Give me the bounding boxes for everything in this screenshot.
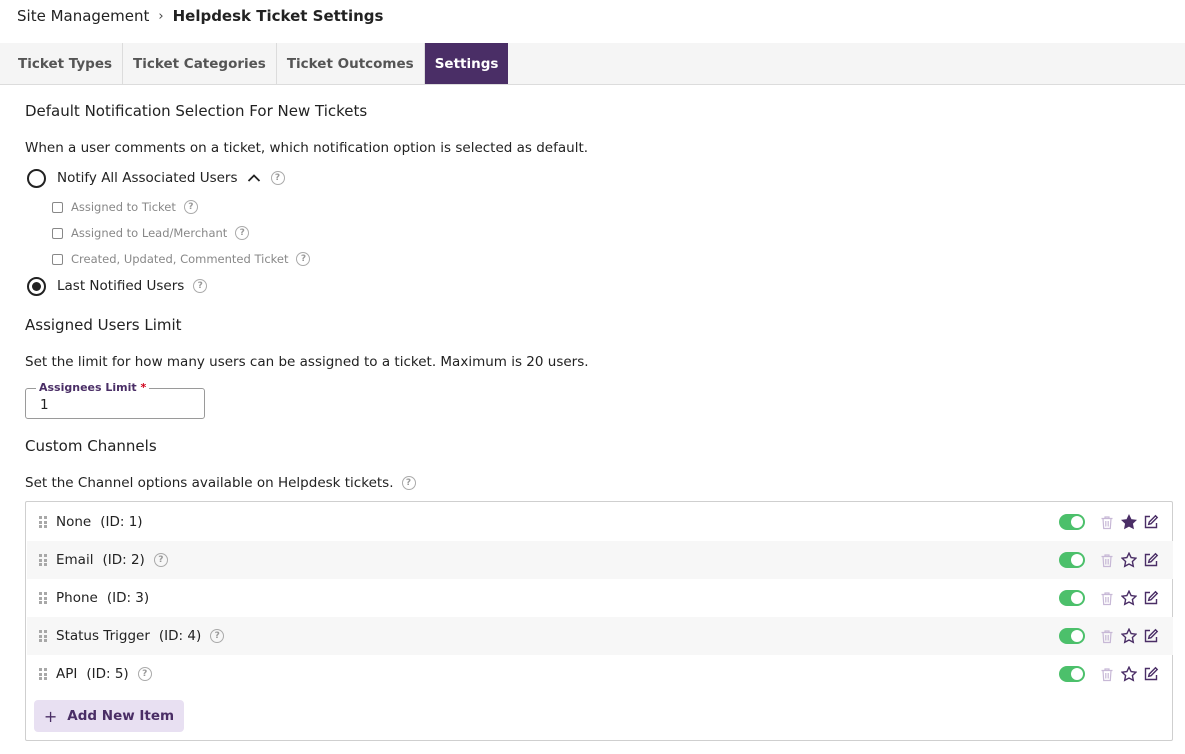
notify-all-label: Notify All Associated Users: [57, 170, 238, 186]
plus-icon: +: [43, 706, 58, 726]
notify-all-option[interactable]: Notify All Associated Users ?: [27, 168, 285, 188]
breadcrumb: Site Management › Helpdesk Ticket Settin…: [17, 6, 383, 26]
assignees-limit-label: Assignees Limit *: [36, 381, 150, 394]
drag-handle-icon[interactable]: [39, 516, 49, 528]
channel-name: Phone: [56, 590, 98, 606]
checkbox[interactable]: [52, 201, 63, 213]
assigned-heading: Assigned Users Limit: [25, 316, 182, 334]
notification-description: When a user comments on a ticket, which …: [25, 140, 589, 156]
channel-name: None: [56, 514, 92, 530]
channels-description-row: Set the Channel options available on Hel…: [25, 474, 416, 492]
field-label-text: Assignees Limit: [39, 381, 137, 394]
help-icon[interactable]: ?: [137, 667, 152, 681]
chevron-right-icon: ›: [158, 8, 164, 24]
edit-icon[interactable]: [1143, 552, 1159, 568]
notify-all-radio[interactable]: [27, 168, 46, 188]
sub-option-label: Assigned to Ticket: [71, 200, 176, 214]
help-icon[interactable]: ?: [210, 629, 225, 643]
channel-toggle[interactable]: [1059, 590, 1085, 606]
sub-option-assigned-ticket[interactable]: Assigned to Ticket ?: [52, 199, 198, 215]
channel-toggle[interactable]: [1059, 514, 1085, 530]
sub-option-assigned-lead[interactable]: Assigned to Lead/Merchant ?: [52, 225, 250, 241]
channel-toggle[interactable]: [1059, 666, 1085, 682]
tab-bar: Ticket Types Ticket Categories Ticket Ou…: [0, 43, 1185, 85]
channel-toggle[interactable]: [1059, 628, 1085, 644]
edit-icon[interactable]: [1143, 590, 1159, 606]
last-notified-radio[interactable]: [27, 276, 46, 296]
channel-list: None (ID: 1) Email (ID: 2) ? Phone (ID: …: [25, 501, 1173, 741]
channel-id: (ID: 3): [106, 590, 150, 606]
add-new-item-button[interactable]: + Add New Item: [34, 700, 184, 732]
trash-icon[interactable]: [1099, 666, 1115, 682]
breadcrumb-parent[interactable]: Site Management: [17, 7, 149, 25]
help-icon[interactable]: ?: [153, 553, 168, 567]
channels-description: Set the Channel options available on Hel…: [25, 475, 394, 491]
trash-icon[interactable]: [1099, 628, 1115, 644]
channel-name: Email: [56, 552, 94, 568]
help-icon[interactable]: ?: [193, 279, 208, 293]
channel-item-phone: Phone (ID: 3): [27, 579, 1173, 617]
notification-heading: Default Notification Selection For New T…: [25, 102, 368, 120]
star-outline-icon[interactable]: [1121, 628, 1137, 644]
trash-icon[interactable]: [1099, 552, 1115, 568]
edit-icon[interactable]: [1143, 628, 1159, 644]
tab-ticket-categories[interactable]: Ticket Categories: [123, 43, 277, 84]
channel-item-api: API (ID: 5) ?: [27, 655, 1173, 693]
sub-option-label: Assigned to Lead/Merchant: [71, 226, 228, 240]
assigned-description: Set the limit for how many users can be …: [25, 354, 589, 370]
drag-handle-icon[interactable]: [39, 554, 49, 566]
chevron-up-icon[interactable]: [247, 173, 261, 183]
channel-name: API: [56, 666, 78, 682]
channel-item-status-trigger: Status Trigger (ID: 4) ?: [27, 617, 1173, 655]
sub-option-created-updated[interactable]: Created, Updated, Commented Ticket ?: [52, 251, 311, 267]
add-new-item-label: Add New Item: [67, 708, 175, 724]
sub-option-label: Created, Updated, Commented Ticket: [71, 252, 289, 266]
help-icon[interactable]: ?: [235, 226, 250, 240]
channel-toggle[interactable]: [1059, 552, 1085, 568]
star-outline-icon[interactable]: [1121, 552, 1137, 568]
help-icon[interactable]: ?: [296, 252, 311, 266]
checkbox[interactable]: [52, 253, 63, 265]
help-icon[interactable]: ?: [183, 200, 198, 214]
channel-name: Status Trigger: [56, 628, 150, 644]
channel-id: (ID: 5): [86, 666, 129, 682]
star-outline-icon[interactable]: [1121, 666, 1137, 682]
drag-handle-icon[interactable]: [39, 630, 49, 642]
drag-handle-icon[interactable]: [39, 668, 49, 680]
channels-heading: Custom Channels: [25, 437, 157, 455]
trash-icon[interactable]: [1099, 590, 1115, 606]
tab-settings[interactable]: Settings: [424, 43, 509, 84]
last-notified-option[interactable]: Last Notified Users ?: [27, 276, 208, 296]
drag-handle-icon[interactable]: [39, 592, 49, 604]
trash-icon[interactable]: [1099, 514, 1115, 530]
tab-ticket-types[interactable]: Ticket Types: [0, 43, 124, 84]
tab-ticket-outcomes[interactable]: Ticket Outcomes: [277, 43, 425, 84]
help-icon[interactable]: ?: [401, 476, 416, 490]
star-outline-icon[interactable]: [1121, 590, 1137, 606]
edit-icon[interactable]: [1143, 666, 1159, 682]
last-notified-label: Last Notified Users: [57, 278, 185, 294]
edit-icon[interactable]: [1143, 514, 1159, 530]
checkbox[interactable]: [52, 227, 63, 239]
channel-item-email: Email (ID: 2) ?: [27, 541, 1173, 579]
assignees-limit-value[interactable]: 1: [40, 397, 49, 413]
channel-id: (ID: 1): [100, 514, 143, 530]
channel-id: (ID: 4): [158, 628, 202, 644]
required-mark: *: [140, 381, 147, 394]
channel-item-none: None (ID: 1): [27, 503, 1173, 541]
channel-id: (ID: 2): [102, 552, 145, 568]
help-icon[interactable]: ?: [270, 171, 285, 185]
breadcrumb-current: Helpdesk Ticket Settings: [172, 7, 384, 25]
star-filled-icon[interactable]: [1121, 514, 1137, 530]
